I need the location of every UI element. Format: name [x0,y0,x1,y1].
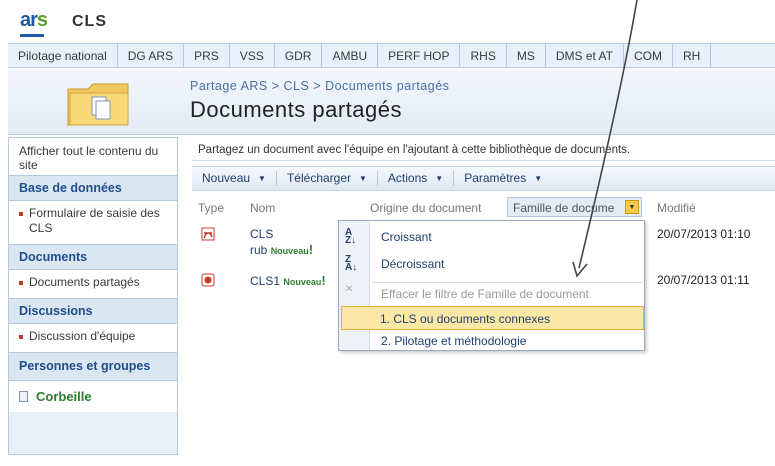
folder-icon [67,83,129,126]
document-name[interactable]: CLS1 Nouveau! [250,273,326,290]
sort-descending-icon: Z A↓ [345,254,358,273]
new-badge: Nouveau [283,277,322,287]
modified-date: 20/07/2013 01:11 [657,273,750,287]
actions-menu-button[interactable]: Actions ▼ [378,171,455,186]
column-type[interactable]: Type [198,201,224,215]
column-modified[interactable]: Modifié [657,201,696,215]
upload-menu-button[interactable]: Télécharger ▼ [277,171,378,186]
settings-menu-button[interactable]: Paramètres ▼ [454,171,552,186]
recycle-bin-icon [19,391,28,402]
new-exclamation-icon: ! [308,242,314,257]
nav-heading-database[interactable]: Base de données [9,176,177,201]
top-nav-item[interactable]: RHS [460,44,507,67]
sort-ascending-icon: A Z↓ [345,227,357,246]
column-origin[interactable]: Origine du document [370,201,481,215]
filter-option-cls-docs[interactable]: 1. CLS ou documents connexes [341,306,644,330]
top-nav-item[interactable]: MS [507,44,546,67]
modified-date: 20/07/2013 01:10 [657,227,751,241]
nav-heading-documents[interactable]: Documents [9,245,177,270]
nav-item-cls-form[interactable]: Formulaire de saisie des CLS [9,201,177,245]
nav-heading-discussions[interactable]: Discussions [9,299,177,324]
top-nav-item[interactable]: PERF HOP [378,44,461,67]
site-header: ars CLS [0,0,775,42]
bullet-icon [19,281,23,285]
site-title[interactable]: CLS [72,13,107,31]
filter-option-pilotage[interactable]: 2. Pilotage et méthodologie [339,329,644,353]
clear-filter-option: ✕ Effacer le filtre de Famille de docume… [345,284,589,302]
logo-underline [20,34,44,37]
breadcrumb[interactable]: Partage ARS > CLS > Documents partagés [190,79,449,93]
page-title: Documents partagés [190,97,402,122]
bullet-icon [19,335,23,339]
chevron-down-icon: ▼ [258,174,266,184]
new-menu-button[interactable]: Nouveau ▼ [192,171,277,186]
top-nav-item[interactable]: AMBU [322,44,379,67]
top-nav-item[interactable]: Pilotage national [8,44,118,67]
view-all-content-link[interactable]: Afficher tout le contenu du site [9,138,177,176]
chevron-down-icon: ▼ [435,174,444,184]
new-exclamation-icon: ! [321,273,326,288]
nav-item-shared-documents[interactable]: Documents partagés [9,270,177,299]
new-badge: Nouveau [270,246,309,256]
top-nav-item[interactable]: GDR [275,44,323,67]
top-nav-item[interactable]: RH [673,44,712,67]
bullet-icon [19,212,23,216]
column-name[interactable]: Nom [250,201,275,215]
top-nav-item[interactable]: PRS [184,44,230,67]
clear-filter-icon: ✕ [345,284,354,295]
document-name[interactable]: CLS rub Nouveau! [250,227,313,259]
recycle-bin-link[interactable]: Corbeille [9,381,177,412]
pdf-icon [201,227,215,241]
top-nav-item[interactable]: DG ARS [118,44,185,67]
top-nav-item[interactable]: VSS [230,44,275,67]
top-navigation: Pilotage national DG ARS PRS VSS GDR AMB… [8,43,775,68]
chevron-down-icon: ▼ [534,174,543,184]
nav-item-team-discussion[interactable]: Discussion d'équipe [9,324,177,353]
library-description: Partagez un document avec l'équipe en l'… [192,139,775,161]
quick-launch: Afficher tout le contenu du site Base de… [8,137,178,455]
annotation-arrow [572,0,638,278]
chevron-down-icon: ▼ [359,174,367,184]
column-headers: Type Nom Origine du document Famille de … [192,196,775,218]
ppt-icon [201,273,215,287]
library-toolbar: Nouveau ▼ Télécharger ▼ Actions ▼ Paramètre… [192,166,775,191]
ars-logo[interactable]: ars [20,9,48,32]
nav-heading-people-groups[interactable]: Personnes et groupes [9,353,177,381]
